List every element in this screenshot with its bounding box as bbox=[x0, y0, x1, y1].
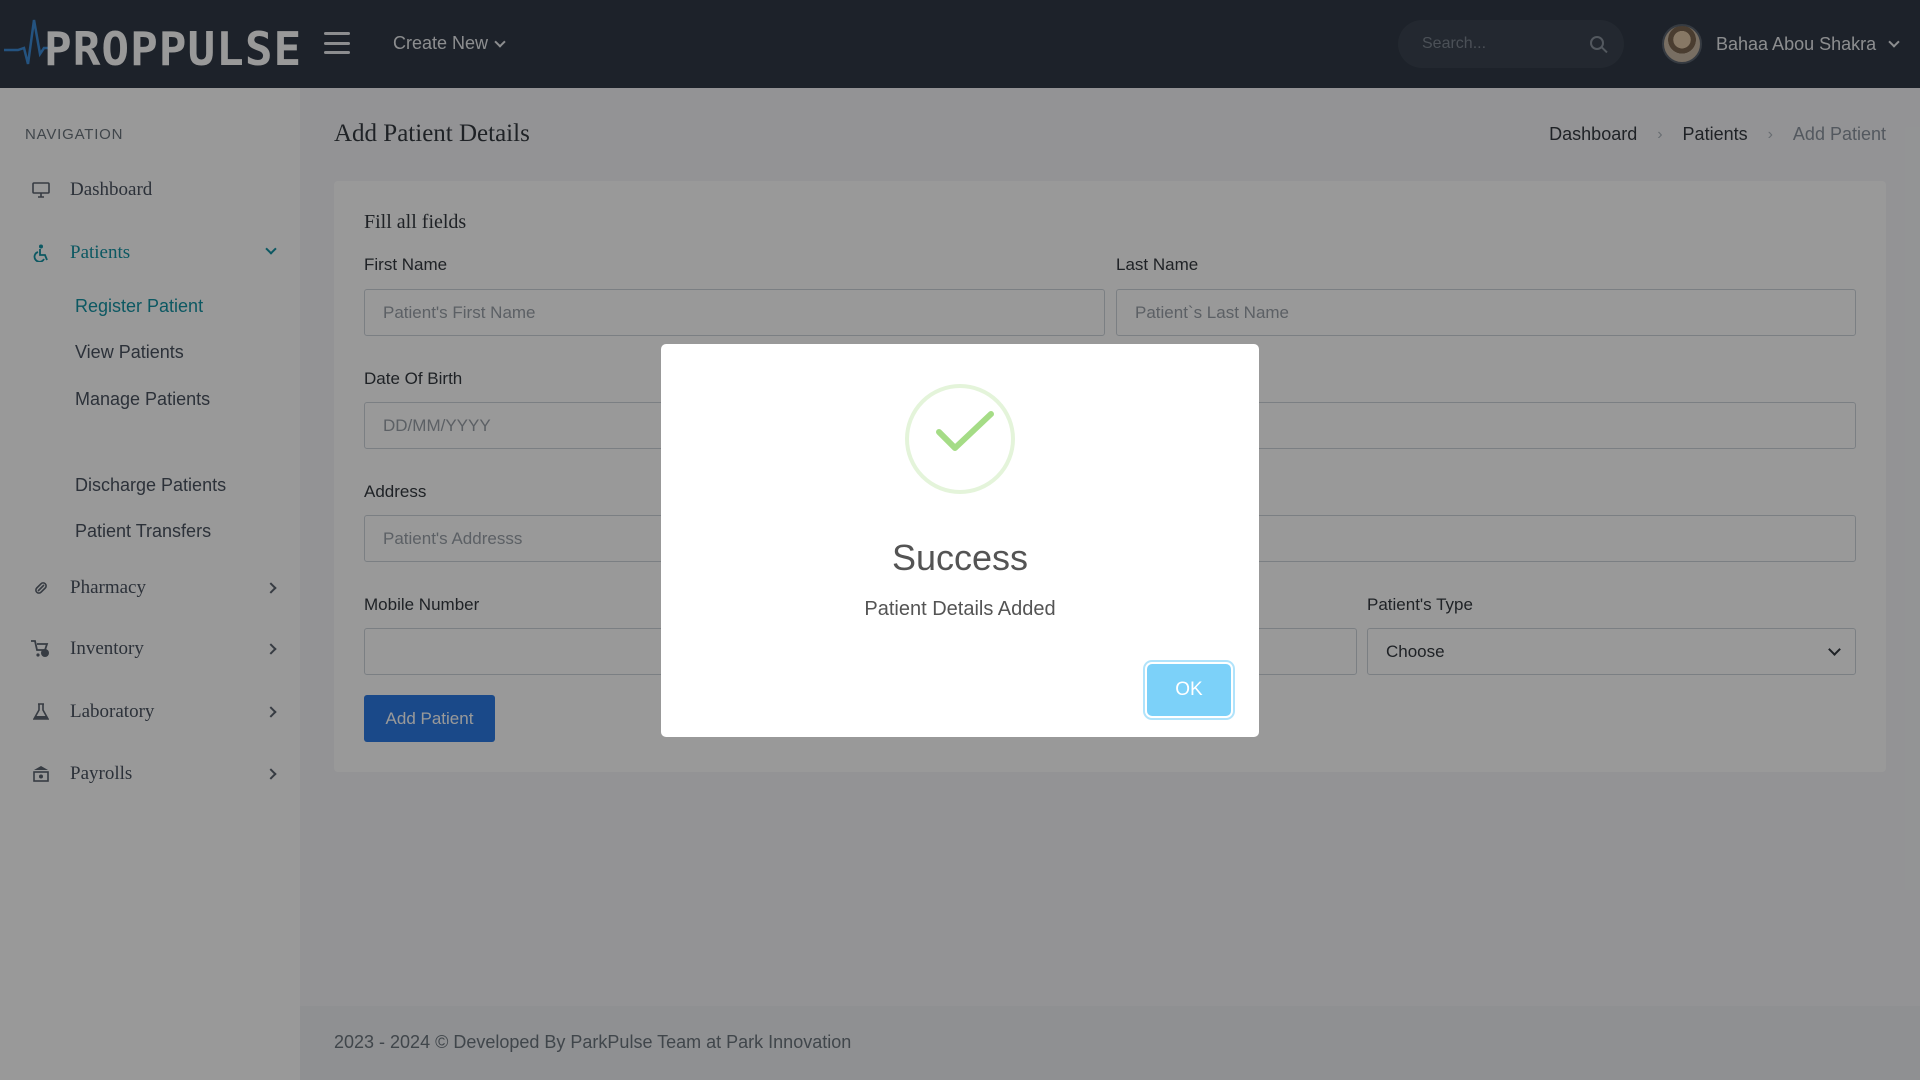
dialog-message: Patient Details Added bbox=[864, 598, 1056, 620]
success-dialog: Success Patient Details Added OK bbox=[661, 344, 1259, 737]
ok-button[interactable]: OK bbox=[1147, 664, 1231, 716]
dialog-title: Success bbox=[891, 537, 1029, 578]
success-check-icon bbox=[905, 384, 1015, 494]
